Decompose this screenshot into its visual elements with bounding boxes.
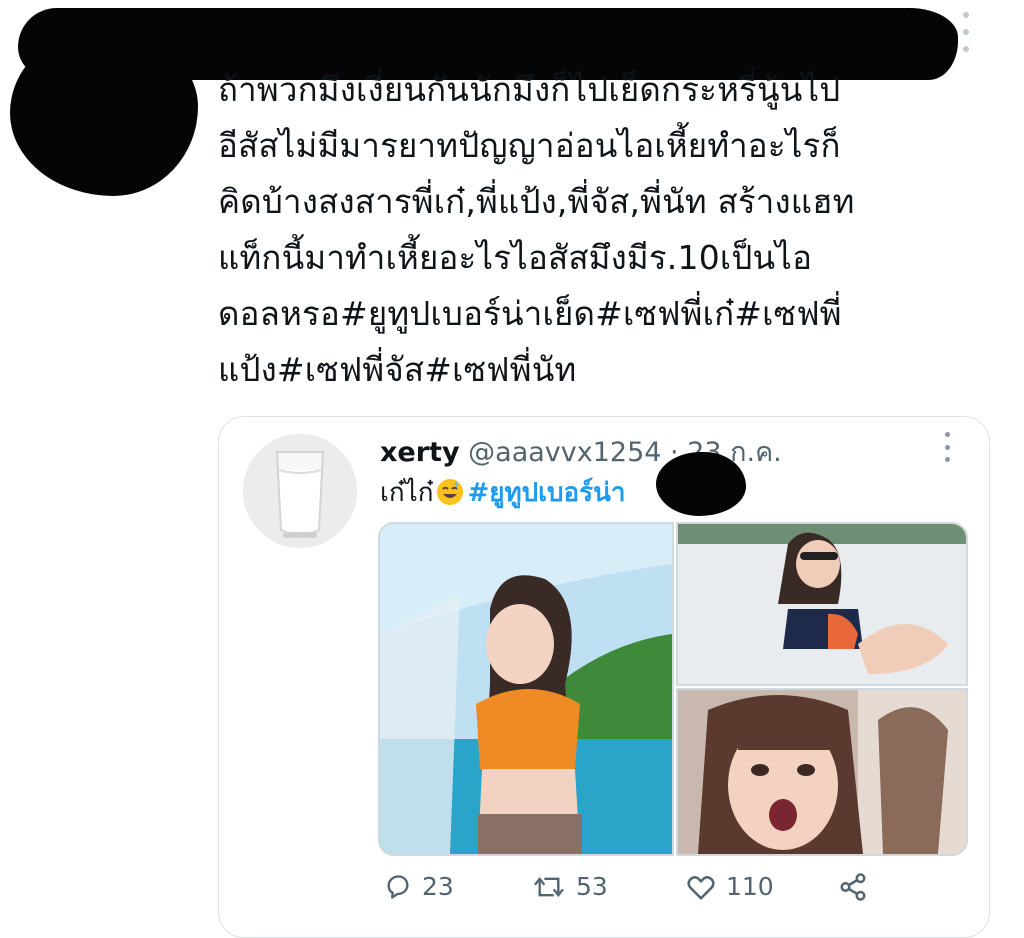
like-count: 110 [726, 872, 774, 901]
quoted-handle[interactable]: @aaavvx1254 [468, 437, 661, 468]
quoted-avatar[interactable] [243, 434, 357, 548]
reply-count: 23 [422, 872, 454, 901]
share-button[interactable] [836, 872, 870, 902]
tweet-text: ถ้าพวกมึงเงี่ยนกันนักมึงก็ไปเย็ดกระหรี่น… [218, 70, 855, 389]
redacted-text [656, 452, 746, 516]
photo-boat-orange-top[interactable] [378, 522, 674, 856]
share-icon [840, 873, 866, 901]
grinning-sweat-emoji [437, 479, 464, 505]
retweet-icon [534, 876, 564, 897]
photo-selfie-surprised[interactable] [676, 688, 968, 856]
more-vertical-icon[interactable] [956, 12, 976, 52]
reply-icon [387, 874, 409, 899]
reply-button[interactable]: 23 [384, 872, 454, 901]
photo-beach-striped-bikini[interactable] [676, 522, 968, 686]
heart-icon [687, 875, 715, 899]
more-vertical-icon[interactable] [940, 432, 954, 462]
like-button[interactable]: 110 [686, 872, 774, 901]
tweet-action-bar: 23 53 110 [380, 872, 900, 912]
redacted-avatar [10, 30, 198, 196]
retweet-button[interactable]: 53 [532, 872, 608, 901]
quoted-display-name[interactable]: xerty [380, 437, 460, 468]
quoted-hashtag-link[interactable]: #ยูทูปเบอร์น่า [467, 478, 625, 508]
quoted-text-prefix: เก๋ไก๋ [380, 478, 434, 508]
retweet-count: 53 [576, 872, 608, 901]
quoted-text: เก๋ไก๋ #ยูทูปเบอร์น่า [380, 472, 625, 513]
